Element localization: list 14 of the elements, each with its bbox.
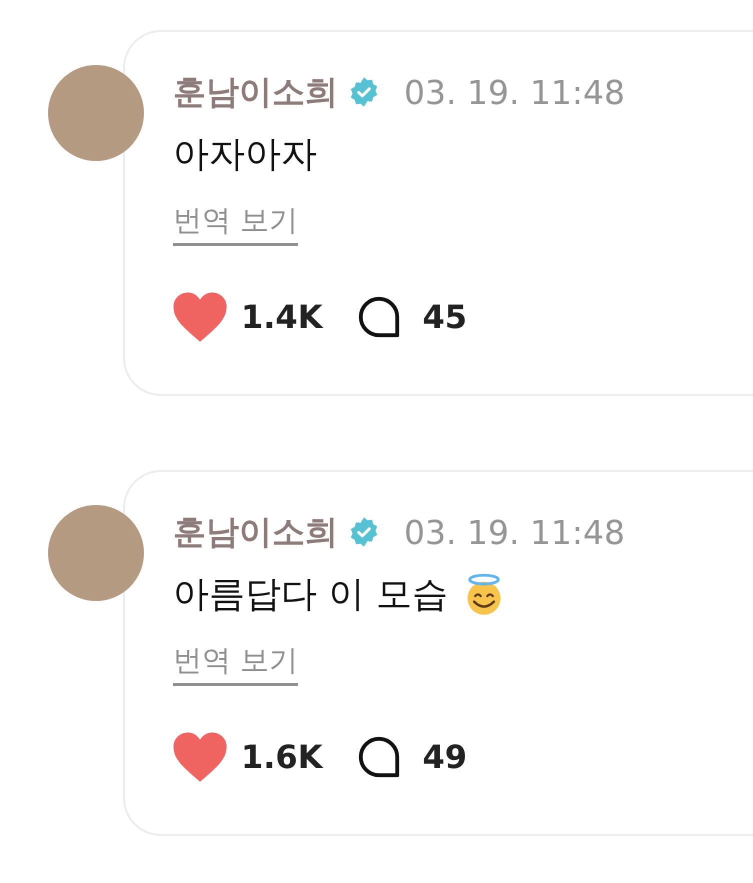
like-count: 1.4K — [241, 298, 322, 336]
reply-count: 49 — [422, 738, 468, 776]
author-name[interactable]: 훈남이소희 — [173, 70, 338, 114]
author-name[interactable]: 훈남이소희 — [173, 510, 338, 554]
heart-icon[interactable] — [173, 292, 227, 342]
comment-time: 03. 19. 11:48 — [404, 72, 626, 112]
translate-link[interactable]: 번역 보기 — [173, 201, 298, 246]
translate-link[interactable]: 번역 보기 — [173, 641, 298, 686]
comment-text: 아자아자 — [173, 133, 317, 177]
heart-icon[interactable] — [173, 732, 227, 782]
reply-count: 45 — [422, 298, 468, 336]
like-count: 1.6K — [241, 738, 322, 776]
comment-time: 03. 19. 11:48 — [404, 512, 626, 552]
comment-text: 아름답다 이 모습 — [173, 573, 448, 617]
